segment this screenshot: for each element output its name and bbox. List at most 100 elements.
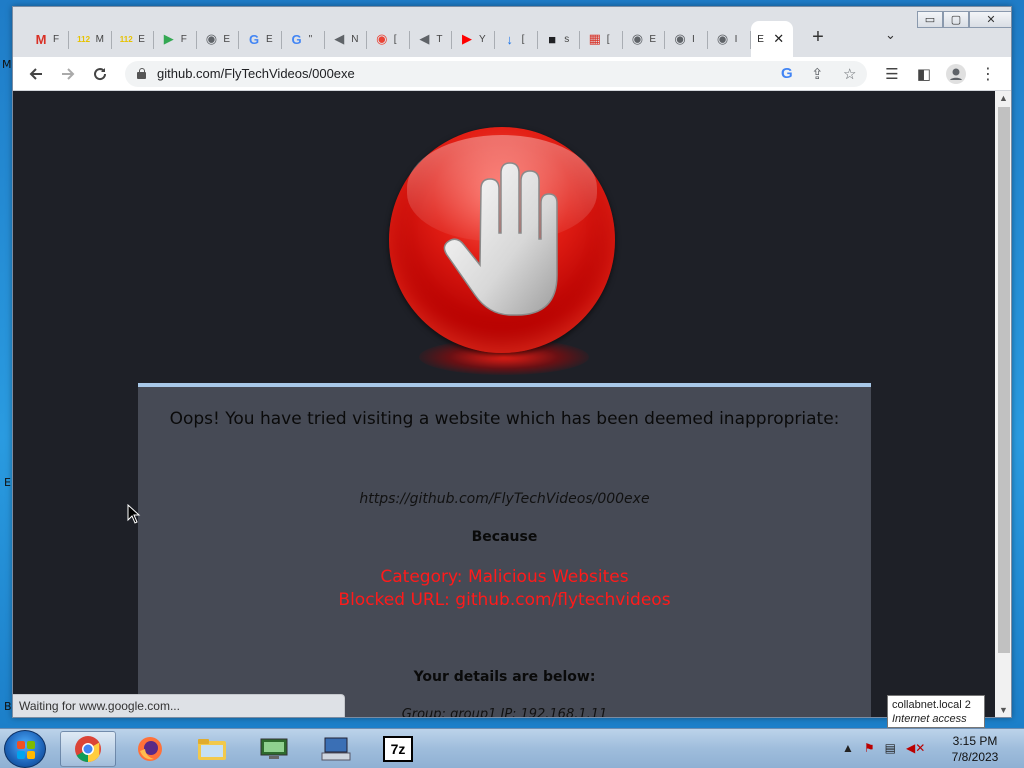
clock[interactable]: 3:15 PM 7/8/2023	[940, 733, 1010, 765]
url-text[interactable]: github.com/FlyTechVideos/000exe	[157, 66, 355, 81]
taskbar-explorer[interactable]	[184, 731, 240, 767]
tab[interactable]: ◀ T	[410, 21, 453, 57]
taskbar: 7z ▲ ⚑ ▤ ◀✕ 3:15 PM 7/8/2023	[0, 728, 1024, 768]
globe-icon: ◉	[631, 31, 644, 46]
tab-title: I	[692, 33, 695, 45]
google-icon: G	[248, 31, 260, 47]
112-icon: 112	[119, 34, 133, 44]
side-panel-icon[interactable]: ◧	[911, 62, 937, 86]
taskbar-7zip[interactable]: 7z	[370, 731, 426, 767]
chrome-icon: ◉	[376, 31, 388, 46]
start-button[interactable]	[4, 730, 46, 768]
tab-strip: ▭ ▢ ✕ + ⌄ M F 112 M 112 E ▶ F ◉ E G E G " ◀ N ◉[◀ T ▶ Y ↓[■ s…	[13, 7, 1011, 57]
tab[interactable]: ◉ E	[623, 21, 666, 57]
taskbar-firefox[interactable]	[122, 731, 178, 767]
network-tooltip: collabnet.local 2 Internet access	[887, 695, 985, 728]
profile-icon	[946, 64, 966, 84]
desktop-label: B	[4, 700, 12, 713]
share-icon[interactable]: ⇪	[811, 65, 824, 83]
system-tray: ▲ ⚑ ▤ ◀✕	[842, 741, 925, 755]
tab[interactable]: ▦[	[581, 21, 623, 57]
tab-search-button[interactable]: ⌄	[885, 27, 896, 43]
forward-arrow-icon	[62, 68, 75, 80]
tab-title: [	[393, 33, 397, 45]
stop-hand-logo	[389, 127, 617, 375]
details-heading: Your details are below:	[413, 669, 596, 685]
chrome-icon	[75, 736, 101, 763]
scroll-up-icon[interactable]: ▲	[999, 93, 1008, 103]
tab-title: E	[138, 33, 145, 45]
status-bubble: Waiting for www.google.com...	[13, 694, 345, 717]
google-icon: G	[291, 31, 302, 47]
tab[interactable]: 112 M	[70, 21, 112, 57]
tab[interactable]: 112 E	[112, 21, 155, 57]
because-label: Because	[471, 529, 538, 545]
action-center-icon[interactable]: ⚑	[864, 741, 875, 755]
tab[interactable]: ◉ I	[666, 21, 708, 57]
tab[interactable]: G "	[283, 21, 325, 57]
scrollbar-thumb[interactable]	[998, 107, 1010, 653]
minimize-button[interactable]: ▭	[917, 11, 943, 28]
gmail-icon: M	[35, 31, 47, 47]
tab-title: E	[266, 33, 273, 45]
windows-flag-icon	[17, 741, 35, 759]
app-icon: ■	[548, 31, 557, 47]
blocked-url-text: https://github.com/FlyTechVideos/000exe	[359, 491, 650, 507]
maximize-button[interactable]: ▢	[943, 11, 969, 28]
reading-list-icon[interactable]: ☰	[879, 62, 905, 86]
taskbar-chrome[interactable]	[60, 731, 116, 767]
tab[interactable]: MF	[27, 21, 69, 57]
desktop-label: M	[2, 58, 12, 71]
112-icon: 112	[77, 34, 91, 44]
reload-button[interactable]	[87, 62, 113, 86]
tab[interactable]: ◉ E	[197, 21, 240, 57]
7zip-icon: 7z	[383, 736, 413, 762]
new-tab-button[interactable]: +	[808, 27, 828, 47]
tab-title: M	[95, 33, 104, 45]
tab[interactable]: GE	[240, 21, 282, 57]
tab-title: [	[521, 33, 525, 45]
vertical-scrollbar[interactable]: ▲ ▼	[995, 91, 1011, 717]
taskbar-monitor-app[interactable]	[246, 731, 302, 767]
window-controls: ▭ ▢ ✕	[917, 11, 1011, 29]
address-bar[interactable]: github.com/FlyTechVideos/000exe G ⇪ ☆	[125, 61, 867, 87]
tab[interactable]: ◉ I	[709, 21, 751, 57]
tab[interactable]: ↓[	[496, 21, 538, 57]
clock-date: 7/8/2023	[951, 750, 999, 764]
google-lens-icon[interactable]: G	[781, 65, 793, 82]
mouse-cursor-icon	[127, 504, 141, 524]
clock-time: 3:15 PM	[952, 734, 998, 748]
tab[interactable]: ◀ N	[325, 21, 368, 57]
globe-icon: ◉	[205, 31, 218, 46]
taskbar-keyboard-app[interactable]	[308, 731, 364, 767]
tab-title: I	[734, 33, 738, 45]
lock-icon[interactable]	[137, 68, 146, 79]
blocked-url-reason: Blocked URL: github.com/flytechvideos	[338, 590, 671, 610]
back-button[interactable]	[23, 62, 49, 86]
close-tab-icon[interactable]: ✕	[773, 31, 784, 47]
network-icon[interactable]: ▤	[885, 741, 896, 755]
bookmark-star-icon[interactable]: ☆	[843, 65, 856, 83]
show-hidden-icons-icon[interactable]: ▲	[842, 741, 854, 755]
scroll-down-icon[interactable]: ▼	[999, 705, 1008, 715]
forward-button[interactable]	[55, 62, 81, 86]
calendar-icon: ▦	[588, 31, 601, 46]
tab[interactable]: ■ s	[538, 21, 581, 57]
profile-avatar[interactable]	[943, 62, 969, 86]
close-window-button[interactable]: ✕	[969, 11, 1011, 28]
chrome-icon: ◉	[716, 31, 729, 46]
menu-kebab-icon[interactable]: ⋮	[975, 62, 1001, 86]
tab[interactable]: ▶ F	[155, 21, 197, 57]
tab[interactable]: ▶ Y	[453, 21, 495, 57]
audio-icon: ◀	[334, 31, 345, 46]
tab-title: Y	[479, 33, 486, 45]
tab[interactable]: ◉[	[368, 21, 410, 57]
tab-title: E	[223, 33, 231, 45]
tab-active[interactable]: E ✕	[751, 21, 794, 57]
monitor-icon	[260, 738, 288, 759]
hand-icon	[443, 162, 558, 316]
tab-title: N	[351, 33, 359, 45]
block-headline: Oops! You have tried visiting a website …	[169, 409, 840, 429]
volume-muted-icon[interactable]: ◀✕	[906, 741, 925, 755]
firefox-icon	[138, 737, 162, 761]
